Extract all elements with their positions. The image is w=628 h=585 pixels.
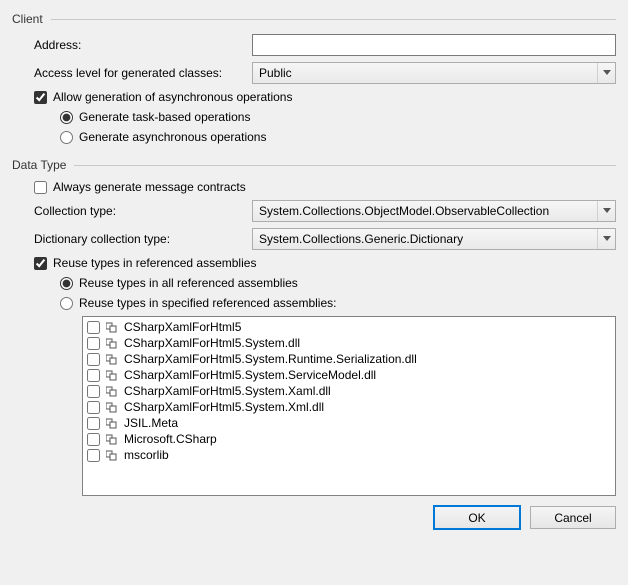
assembly-icon (106, 337, 120, 349)
gen-async-radio[interactable]: Generate asynchronous operations (60, 130, 266, 144)
list-item[interactable]: CSharpXamlForHtml5.System.Xaml.dll (85, 383, 613, 399)
assembly-name: CSharpXamlForHtml5.System.ServiceModel.d… (124, 368, 376, 382)
list-item[interactable]: mscorlib (85, 447, 613, 463)
assembly-name: CSharpXamlForHtml5.System.Xml.dll (124, 400, 324, 414)
assembly-checkbox[interactable] (87, 417, 100, 430)
cancel-button[interactable]: Cancel (530, 506, 616, 529)
gen-task-label: Generate task-based operations (79, 110, 250, 124)
assembly-name: Microsoft.CSharp (124, 432, 217, 446)
chevron-down-icon (597, 229, 615, 249)
access-level-dropdown[interactable]: Public (252, 62, 616, 84)
label-address: Address: (34, 38, 252, 52)
assemblies-listbox[interactable]: CSharpXamlForHtml5 CSharpXamlForHtml5.Sys… (82, 316, 616, 496)
assembly-icon (106, 449, 120, 461)
dictionary-type-dropdown[interactable]: System.Collections.Generic.Dictionary (252, 228, 616, 250)
row-msg-contracts: Always generate message contracts (12, 180, 616, 194)
row-gen-async: Generate asynchronous operations (12, 130, 616, 144)
list-item[interactable]: CSharpXamlForHtml5.System.ServiceModel.d… (85, 367, 613, 383)
gen-task-radio[interactable]: Generate task-based operations (60, 110, 250, 124)
assembly-icon (106, 369, 120, 381)
access-level-value: Public (259, 66, 292, 80)
assembly-checkbox[interactable] (87, 433, 100, 446)
assembly-icon (106, 417, 120, 429)
assembly-name: mscorlib (124, 448, 169, 462)
collection-type-dropdown[interactable]: System.Collections.ObjectModel.Observabl… (252, 200, 616, 222)
collection-type-value: System.Collections.ObjectModel.Observabl… (259, 204, 549, 218)
ok-button[interactable]: OK (434, 506, 520, 529)
assembly-checkbox[interactable] (87, 385, 100, 398)
assembly-name: CSharpXamlForHtml5 (124, 320, 241, 334)
group-label-datatype: Data Type (12, 158, 66, 172)
label-access-level: Access level for generated classes: (34, 66, 252, 80)
gen-async-label: Generate asynchronous operations (79, 130, 266, 144)
reuse-types-label: Reuse types in referenced assemblies (53, 256, 256, 270)
msg-contracts-checkbox[interactable]: Always generate message contracts (34, 180, 246, 194)
reuse-specified-radio[interactable]: Reuse types in specified referenced asse… (60, 296, 336, 310)
assembly-name: CSharpXamlForHtml5.System.Runtime.Serial… (124, 352, 417, 366)
assembly-checkbox[interactable] (87, 369, 100, 382)
row-allow-async: Allow generation of asynchronous operati… (12, 90, 616, 104)
chevron-down-icon (597, 201, 615, 221)
row-gen-task: Generate task-based operations (12, 110, 616, 124)
assembly-checkbox[interactable] (87, 401, 100, 414)
reuse-specified-label: Reuse types in specified referenced asse… (79, 296, 336, 310)
assembly-icon (106, 433, 120, 445)
group-header-datatype: Data Type (12, 158, 616, 172)
list-item[interactable]: CSharpXamlForHtml5 (85, 319, 613, 335)
assembly-icon (106, 321, 120, 333)
assembly-checkbox[interactable] (87, 449, 100, 462)
assembly-name: JSIL.Meta (124, 416, 178, 430)
assembly-name: CSharpXamlForHtml5.System.Xaml.dll (124, 384, 331, 398)
dictionary-type-value: System.Collections.Generic.Dictionary (259, 232, 463, 246)
assembly-checkbox[interactable] (87, 353, 100, 366)
group-header-client: Client (12, 12, 616, 26)
row-access-level: Access level for generated classes: Publ… (12, 62, 616, 84)
reuse-types-checkbox[interactable]: Reuse types in referenced assemblies (34, 256, 256, 270)
assembly-checkbox[interactable] (87, 321, 100, 334)
row-dictionary-type: Dictionary collection type: System.Colle… (12, 228, 616, 250)
row-reuse-all: Reuse types in all referenced assemblies (12, 276, 616, 290)
list-item[interactable]: CSharpXamlForHtml5.System.Runtime.Serial… (85, 351, 613, 367)
assembly-checkbox[interactable] (87, 337, 100, 350)
reuse-all-label: Reuse types in all referenced assemblies (79, 276, 298, 290)
address-input[interactable] (252, 34, 616, 56)
dialog-buttons: OK Cancel (12, 506, 616, 529)
label-dictionary-type: Dictionary collection type: (34, 232, 252, 246)
chevron-down-icon (597, 63, 615, 83)
row-collection-type: Collection type: System.Collections.Obje… (12, 200, 616, 222)
assembly-icon (106, 353, 120, 365)
list-item[interactable]: Microsoft.CSharp (85, 431, 613, 447)
reuse-all-radio[interactable]: Reuse types in all referenced assemblies (60, 276, 298, 290)
group-label-client: Client (12, 12, 43, 26)
allow-async-label: Allow generation of asynchronous operati… (53, 90, 292, 104)
list-item[interactable]: CSharpXamlForHtml5.System.dll (85, 335, 613, 351)
list-item[interactable]: CSharpXamlForHtml5.System.Xml.dll (85, 399, 613, 415)
assembly-icon (106, 401, 120, 413)
row-reuse-types: Reuse types in referenced assemblies (12, 256, 616, 270)
label-collection-type: Collection type: (34, 204, 252, 218)
assembly-icon (106, 385, 120, 397)
row-reuse-specified: Reuse types in specified referenced asse… (12, 296, 616, 310)
allow-async-checkbox[interactable]: Allow generation of asynchronous operati… (34, 90, 292, 104)
assembly-name: CSharpXamlForHtml5.System.dll (124, 336, 300, 350)
list-item[interactable]: JSIL.Meta (85, 415, 613, 431)
service-reference-settings-dialog: Client Address: Access level for generat… (0, 0, 628, 539)
row-address: Address: (12, 34, 616, 56)
msg-contracts-label: Always generate message contracts (53, 180, 246, 194)
